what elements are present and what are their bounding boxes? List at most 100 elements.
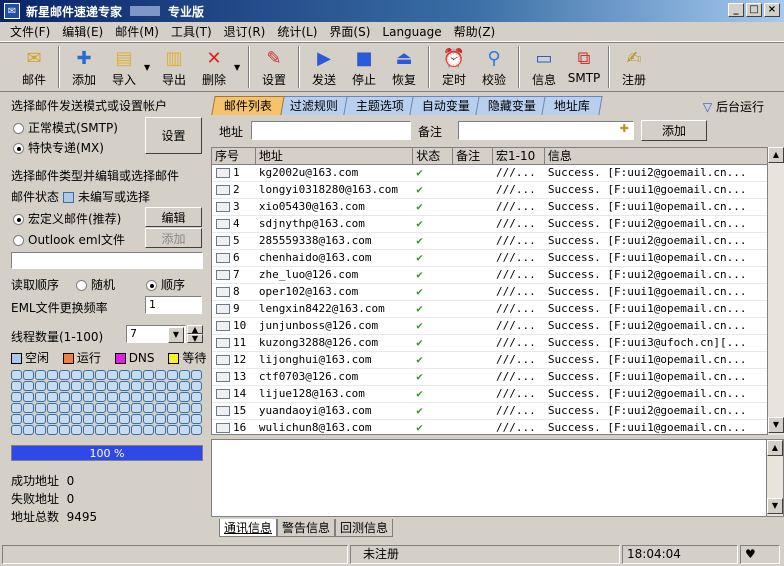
- timer-button[interactable]: ⏰ 定时: [434, 43, 474, 89]
- add-eml-button[interactable]: 添加: [145, 228, 202, 248]
- table-row[interactable]: 8 oper102@163.com ✔ ///... Success. [F:uui1@…: [212, 284, 773, 301]
- log-scrollbar[interactable]: ▲ ▼: [766, 440, 783, 516]
- table-row[interactable]: 9 lengxin8422@163.com ✔ ///... Success. [F:u…: [212, 301, 773, 318]
- log-area[interactable]: ▲ ▼: [211, 439, 784, 517]
- import-button[interactable]: ▤ 导入: [104, 43, 144, 89]
- menu-help[interactable]: 帮助(Z): [448, 23, 502, 40]
- row-remark: [453, 301, 493, 317]
- row-remark: [453, 233, 493, 249]
- register-button[interactable]: ✍ 注册: [614, 43, 654, 89]
- table-row[interactable]: 10 junjunboss@126.com ✔ ///... Success. [F:u…: [212, 318, 773, 335]
- send-button[interactable]: ▶ 发送: [304, 43, 344, 89]
- table-row[interactable]: 3 xio05430@163.com ✔ ///... Success. [F:uui1…: [212, 199, 773, 216]
- tab-auto-vars[interactable]: 自动变量: [409, 96, 483, 115]
- verify-button[interactable]: ⚲ 校验: [474, 43, 514, 89]
- menu-tools[interactable]: 工具(T): [165, 23, 218, 40]
- table-row[interactable]: 15 yuandaoyi@163.com ✔ ///... Success. [F:uu…: [212, 403, 773, 420]
- table-row[interactable]: 6 chenhaido@163.com ✔ ///... Success. [F:uui…: [212, 250, 773, 267]
- type-macro-radio[interactable]: 宏定义邮件(推荐): [13, 210, 121, 227]
- minimize-button[interactable]: _: [728, 3, 744, 17]
- tab-filter-rules[interactable]: 过滤规则: [277, 96, 351, 115]
- close-button[interactable]: ×: [764, 3, 780, 17]
- threads-spinner[interactable]: ▲ ▼: [187, 325, 203, 343]
- table-row[interactable]: 7 zhe_luo@126.com ✔ ///... Success. [F:uui2@…: [212, 267, 773, 284]
- col-remark[interactable]: 备注: [453, 148, 493, 164]
- table-row[interactable]: 13 ctf0703@126.com ✔ ///... Success. [F:uui1…: [212, 369, 773, 386]
- thread-cell: [59, 381, 70, 391]
- background-run[interactable]: ▽ 后台运行: [703, 98, 764, 115]
- table-row[interactable]: 11 kuzong3288@126.com ✔ ///... Success. [F:u…: [212, 335, 773, 352]
- remark-input[interactable]: ✚: [458, 121, 634, 140]
- order-random-radio[interactable]: 随机: [76, 276, 115, 293]
- table-row[interactable]: 1 kg2002u@163.com ✔ ///... Success. [F:uui2@…: [212, 165, 773, 182]
- table-row[interactable]: 2 longyi0318280@163.com ✔ ///... Success. [F…: [212, 182, 773, 199]
- delete-button[interactable]: ✕ 删除: [194, 43, 234, 89]
- add-button[interactable]: ✚ 添加: [64, 43, 104, 89]
- mode-normal-radio[interactable]: 正常模式(SMTP): [13, 119, 118, 136]
- table-row[interactable]: 14 lijue128@163.com ✔ ///... Success. [F:uui…: [212, 386, 773, 403]
- col-macro[interactable]: 宏1-10: [493, 148, 545, 164]
- info-button[interactable]: ▭ 信息: [524, 43, 564, 89]
- edit-button[interactable]: 编辑: [145, 207, 202, 227]
- delete-dropdown-icon[interactable]: ▼: [234, 43, 244, 72]
- thread-cell: [143, 370, 154, 380]
- menu-unsubscribe[interactable]: 退订(R): [218, 23, 272, 40]
- tab-warning-info[interactable]: 警告信息: [277, 519, 336, 537]
- menu-stats[interactable]: 统计(L): [271, 23, 323, 40]
- smtp-button[interactable]: ⧉ SMTP: [564, 43, 604, 89]
- table-row[interactable]: 12 lijonghui@163.com ✔ ///... Success. [F:uu…: [212, 352, 773, 369]
- menu-file[interactable]: 文件(F): [4, 23, 56, 40]
- mail-button[interactable]: ✉ 邮件: [14, 43, 54, 89]
- checkmark-icon: ✔: [416, 404, 423, 417]
- col-info[interactable]: 信息: [545, 148, 773, 164]
- table-row[interactable]: 4 sdjnythp@163.com ✔ ///... Success. [F:uui2…: [212, 216, 773, 233]
- chevron-down-icon[interactable]: ▼: [168, 327, 184, 343]
- thread-cell: [47, 414, 58, 424]
- resume-button[interactable]: ⏏ 恢复: [384, 43, 424, 89]
- row-macro: ///...: [496, 285, 536, 298]
- eml-path-field[interactable]: [11, 252, 203, 269]
- tab-mail-list[interactable]: 邮件列表: [211, 96, 285, 115]
- thread-cell: [167, 392, 178, 402]
- col-index[interactable]: 序号: [212, 148, 256, 164]
- settings-button-left[interactable]: 设置: [145, 117, 202, 154]
- export-button[interactable]: ▥ 导出: [154, 43, 194, 89]
- scroll-down-icon[interactable]: ▼: [767, 498, 783, 514]
- thread-cell: [119, 425, 130, 435]
- menu-interface[interactable]: 界面(S): [323, 23, 376, 40]
- tab-address-book[interactable]: 地址库: [541, 96, 603, 115]
- add-address-button[interactable]: 添加: [641, 120, 707, 141]
- tab-hidden-vars[interactable]: 隐藏变量: [475, 96, 549, 115]
- legend: 空闲 运行 DNS 等待: [11, 349, 206, 366]
- scroll-down-icon[interactable]: ▼: [768, 417, 784, 433]
- order-seq-radio[interactable]: 顺序: [146, 276, 185, 293]
- window-icon: ▭: [535, 47, 553, 69]
- stop-button[interactable]: ■ 停止: [344, 43, 384, 89]
- tab-subject-options[interactable]: 主题选项: [343, 96, 417, 115]
- envelope-icon: [212, 318, 230, 334]
- checkmark-icon: ✔: [416, 166, 423, 179]
- fail-count: 失败地址 0: [11, 492, 75, 506]
- table-row[interactable]: 16 wulichun8@163.com ✔ ///... Success. [F:uu…: [212, 420, 773, 434]
- col-address[interactable]: 地址: [256, 148, 414, 164]
- menu-mail[interactable]: 邮件(M): [109, 23, 165, 40]
- eject-icon: ⏏: [395, 47, 413, 69]
- threads-select[interactable]: 7 ▼: [126, 325, 186, 343]
- maximize-button[interactable]: □: [746, 3, 762, 17]
- mode-fast-radio[interactable]: 特快专递(MX): [13, 139, 104, 156]
- menu-language[interactable]: Language: [376, 25, 447, 39]
- plus-icon[interactable]: ✚: [620, 122, 629, 135]
- table-row[interactable]: 5 285559338@163.com ✔ ///... Success. [F:uui…: [212, 233, 773, 250]
- settings-button[interactable]: ✎ 设置: [254, 43, 294, 89]
- import-dropdown-icon[interactable]: ▼: [144, 43, 154, 72]
- col-status[interactable]: 状态: [413, 148, 454, 164]
- menu-edit[interactable]: 编辑(E): [56, 23, 109, 40]
- scroll-up-icon[interactable]: ▲: [767, 440, 783, 456]
- tab-comm-info[interactable]: 通讯信息: [219, 519, 278, 537]
- eml-freq-input[interactable]: 1: [145, 296, 202, 314]
- scroll-up-icon[interactable]: ▲: [768, 147, 784, 163]
- address-input[interactable]: [251, 121, 411, 140]
- table-scrollbar[interactable]: ▲ ▼: [767, 147, 784, 435]
- tab-bounce-info[interactable]: 回测信息: [335, 519, 394, 537]
- type-outlook-radio[interactable]: Outlook eml文件: [13, 231, 125, 248]
